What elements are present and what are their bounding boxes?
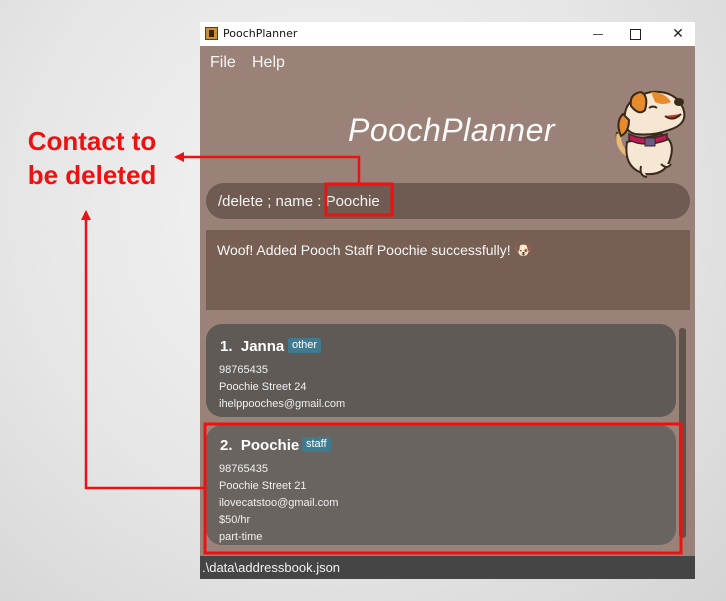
annotation-overlay bbox=[81, 152, 683, 555]
arrow-from-command bbox=[174, 152, 361, 184]
arrow-from-card bbox=[81, 210, 205, 490]
highlight-contact-card bbox=[203, 422, 683, 555]
highlight-command-box bbox=[324, 182, 394, 217]
